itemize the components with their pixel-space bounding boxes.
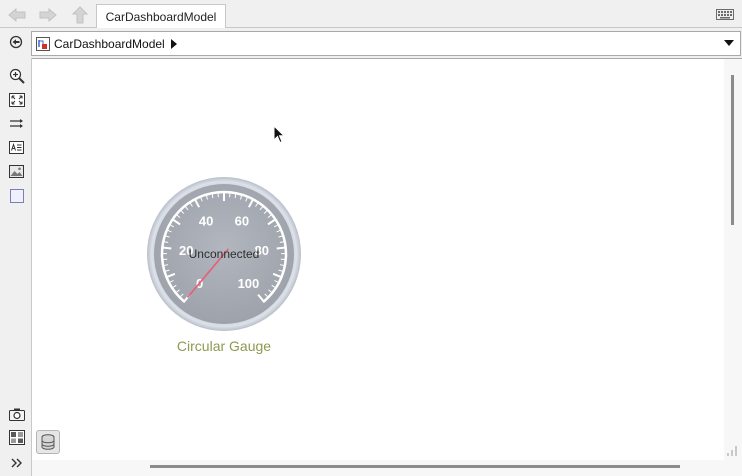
fit-to-view-button[interactable] [8, 91, 25, 108]
chevron-right-icon[interactable] [170, 38, 177, 49]
property-inspector-button[interactable] [8, 429, 25, 446]
gauge-caption[interactable]: Circular Gauge [146, 338, 302, 354]
arrow-right-icon [39, 8, 57, 22]
zoom-in-icon [9, 68, 25, 84]
address-row: CarDashboardModel [0, 28, 742, 58]
gauge-tick-label: 40 [199, 213, 213, 228]
image-button[interactable] [8, 163, 25, 180]
simulink-editor-window: CarDashboardModel CarDashboardModel 20 4… [0, 0, 742, 476]
hide-show-explorer-button[interactable] [9, 35, 23, 52]
up-button[interactable] [69, 6, 91, 24]
camera-icon [8, 408, 25, 421]
expand-palette-button[interactable] [8, 454, 25, 471]
vertical-scroll-thumb[interactable] [731, 75, 734, 225]
horizontal-scrollbar[interactable] [32, 460, 742, 476]
breadcrumb-model-name[interactable]: CarDashboardModel [54, 37, 165, 51]
model-canvas[interactable]: 020406080100 Unconnected Circular Gauge [32, 58, 742, 461]
mouse-cursor-icon [273, 125, 285, 144]
back-button[interactable] [6, 6, 28, 24]
chevron-down-icon[interactable] [724, 40, 734, 46]
tab-bar: CarDashboardModel [0, 0, 742, 29]
circular-gauge-block[interactable]: 020406080100 Unconnected Circular Gauge [146, 176, 302, 354]
forward-button[interactable] [37, 6, 59, 24]
gauge-tick-label: 60 [235, 213, 249, 228]
tab-cardashboardmodel[interactable]: CarDashboardModel [96, 4, 226, 29]
tab-label: CarDashboardModel [105, 10, 217, 24]
property-inspector-icon [8, 430, 25, 445]
route-lines-icon [9, 118, 23, 128]
tool-palette [0, 58, 32, 476]
annotation-icon [9, 141, 24, 154]
model-data-button[interactable] [36, 430, 60, 454]
gauge-major-tick [276, 246, 286, 250]
double-chevron-right-icon [11, 458, 22, 467]
resize-grip-icon [727, 446, 737, 456]
database-icon [41, 434, 55, 450]
route-lines-button[interactable] [8, 115, 25, 132]
keyboard-shortcuts-button[interactable] [716, 9, 734, 23]
breadcrumb[interactable]: CarDashboardModel [31, 31, 741, 56]
gauge-tick-label: 100 [238, 276, 260, 291]
fit-to-view-icon [8, 92, 25, 107]
area-button[interactable] [8, 187, 25, 204]
gauge-status-text: Unconnected [189, 247, 260, 261]
image-icon [9, 165, 24, 178]
keyboard-icon [716, 9, 734, 20]
area-icon [9, 188, 24, 203]
circular-gauge[interactable]: 020406080100 Unconnected [146, 176, 302, 332]
screenshot-button[interactable] [8, 406, 25, 423]
gauge-major-tick [162, 246, 172, 250]
horizontal-scroll-thumb[interactable] [150, 465, 680, 468]
arrow-up-icon [72, 6, 88, 24]
zoom-in-button[interactable] [8, 67, 25, 84]
vertical-scrollbar[interactable] [724, 59, 742, 461]
circle-arrow-left-icon [9, 35, 23, 49]
arrow-left-icon [8, 8, 26, 22]
model-icon [36, 36, 50, 51]
annotation-button[interactable] [8, 139, 25, 156]
